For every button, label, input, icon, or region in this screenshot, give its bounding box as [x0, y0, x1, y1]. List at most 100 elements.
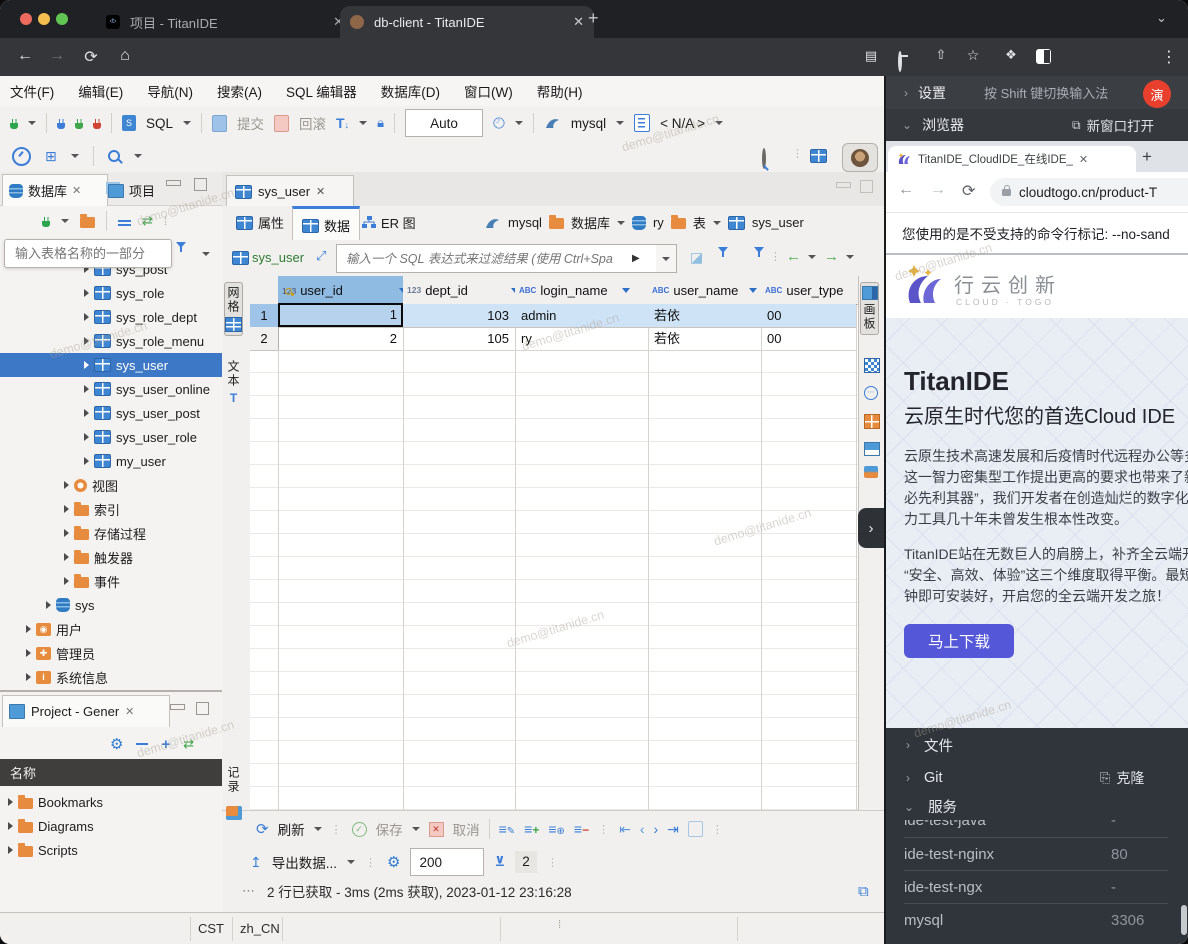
new-connection-dropdown-icon[interactable]	[61, 219, 69, 223]
tab-project-general[interactable]: Project - Gener ✕	[2, 695, 170, 727]
tree-item-administer[interactable]: ✚管理员	[0, 641, 222, 665]
project-item-diagrams[interactable]: Diagrams	[0, 814, 222, 838]
custom-filter-funnel-icon[interactable]	[754, 247, 764, 270]
nav-forward-dropdown-icon[interactable]	[846, 255, 854, 259]
expand-icon[interactable]	[84, 289, 89, 297]
transaction-dropdown-icon[interactable]	[359, 121, 367, 125]
active-connection-label[interactable]: mysql	[571, 116, 606, 131]
reload-icon[interactable]: ⟳	[80, 47, 102, 67]
record-view-button[interactable]: 记录	[224, 762, 243, 798]
tree-item-table[interactable]: sys_user_post	[0, 401, 222, 425]
cell-user-type[interactable]: 00	[761, 327, 856, 350]
execution-plan-icon[interactable]: ⊞	[45, 148, 57, 165]
new-tab-button[interactable]: +	[1142, 147, 1152, 167]
tree-item-table[interactable]: sys_user_role	[0, 425, 222, 449]
tree-item-table-selected[interactable]: sys_user	[0, 353, 222, 377]
sort-dropdown-icon[interactable]	[749, 288, 757, 293]
sql-editor-label[interactable]: SQL	[146, 116, 173, 131]
minimize-button[interactable]	[166, 180, 181, 186]
panel-expand-handle[interactable]: ›	[858, 508, 884, 548]
sort-dropdown-icon[interactable]	[622, 288, 630, 293]
preview-tab[interactable]: TitanIDE_CloudIDE_在线IDE_ ✕	[888, 146, 1136, 172]
service-row[interactable]: ide-test-nginx 80	[886, 837, 1188, 871]
column-header-user-name[interactable]: ABC user_name	[648, 276, 770, 305]
column-name-header[interactable]: 名称	[10, 763, 36, 782]
cell-user-id[interactable]: 2	[278, 327, 403, 350]
delete-row-icon[interactable]: ≡−	[574, 821, 589, 837]
key-icon[interactable]	[898, 53, 902, 71]
reload-icon[interactable]: ⟳	[962, 181, 975, 201]
toolbar-overflow-dots[interactable]: ⋮	[792, 147, 804, 160]
cell-dept-id[interactable]: 103	[403, 304, 515, 327]
row-header-corner[interactable]	[250, 276, 278, 305]
tab-close-icon[interactable]: ✕	[125, 705, 134, 718]
panel-view-button[interactable]: 画板	[860, 282, 879, 335]
lock-toolbar-icon[interactable]: 🔒︎	[377, 115, 384, 131]
quick-search-icon[interactable]	[762, 148, 766, 169]
expand-icon[interactable]	[26, 673, 31, 681]
section-services[interactable]: ⌄ 服务	[886, 793, 1188, 820]
expand-icon[interactable]	[84, 433, 89, 441]
tree-item-views[interactable]: 视图	[0, 473, 222, 497]
refresh-label[interactable]: 刷新	[278, 819, 305, 839]
breadcrumb-table[interactable]: sys_user	[752, 215, 804, 230]
extensions-puzzle-icon[interactable]: ❖	[1000, 47, 1022, 63]
browser-tab-active[interactable]: db-client - TitanIDE ✕	[340, 6, 594, 38]
breadcrumb-schema[interactable]: ry	[653, 215, 664, 230]
output-log-icon[interactable]: ⧉	[858, 883, 869, 900]
value-viewer-icon[interactable]	[864, 358, 880, 373]
aggregate-icon[interactable]	[864, 414, 880, 429]
forward-icon[interactable]: →	[46, 47, 68, 65]
cancel-icon[interactable]: ✕	[429, 822, 444, 837]
filter-table-name[interactable]: sys_user	[252, 250, 304, 265]
traffic-minimize-button[interactable]	[38, 13, 50, 25]
cell-user-id-selected[interactable]: 1	[278, 303, 403, 327]
transaction-mode-icon[interactable]: T↓	[336, 115, 349, 131]
connection-dropdown-icon[interactable]	[616, 121, 624, 125]
tab-close-icon[interactable]: ✕	[72, 184, 81, 197]
maximize-button[interactable]	[194, 178, 207, 191]
schema-dropdown-icon[interactable]	[715, 121, 723, 125]
tree-item-events[interactable]: 事件	[0, 569, 222, 593]
export-dropdown-icon[interactable]	[347, 860, 355, 864]
clipboard-icon[interactable]: ▤	[860, 48, 882, 64]
filter-dropdown-icon[interactable]	[202, 252, 210, 256]
calc-panel-icon[interactable]	[864, 466, 878, 478]
tree-item-procedures[interactable]: 存储过程	[0, 521, 222, 545]
expand-icon[interactable]	[26, 625, 31, 633]
panel-corner-icon[interactable]	[226, 806, 242, 820]
reconnect-icon[interactable]	[75, 123, 83, 129]
scrollbar-thumb[interactable]	[1181, 905, 1187, 935]
expand-icon[interactable]	[64, 529, 69, 537]
database-list-icon[interactable]	[634, 114, 650, 132]
grid-row-1[interactable]: 1 1 103 admin 若依 00	[250, 304, 858, 327]
last-page-icon[interactable]: ⇥	[667, 821, 679, 838]
expand-icon[interactable]	[64, 505, 69, 513]
section-git[interactable]: › Git ⎘ 克隆	[886, 762, 1188, 793]
settings-gear-icon[interactable]: ⚙	[387, 853, 400, 871]
expand-icon[interactable]	[84, 313, 89, 321]
gear-icon[interactable]: ⚙	[110, 735, 123, 753]
sql-filter-input[interactable]: ▶	[336, 244, 665, 273]
tree-item-users[interactable]: ◉用户	[0, 617, 222, 641]
new-connection-icon[interactable]	[10, 123, 18, 129]
column-header-login-name[interactable]: ABC login_name	[515, 276, 657, 305]
save-filter-funnel-icon[interactable]	[718, 247, 728, 270]
section-files[interactable]: › 文件	[886, 728, 1188, 762]
duplicate-row-icon[interactable]: ≡⊕	[548, 821, 565, 837]
grid-row-2[interactable]: 2 2 105 ry 若依 00	[250, 327, 858, 350]
search-icon[interactable]	[108, 150, 120, 162]
cell-user-type[interactable]: 00	[761, 304, 856, 327]
eraser-icon[interactable]: ◪	[690, 249, 703, 266]
expand-icon[interactable]	[64, 553, 69, 561]
menu-file[interactable]: 文件(F)	[10, 81, 54, 101]
expand-filter-icon[interactable]: ⤢	[316, 248, 326, 264]
fetch-size-input[interactable]	[410, 848, 484, 876]
download-cta-button[interactable]: 马上下载	[904, 624, 1014, 658]
tab-close-icon[interactable]: ✕	[1079, 153, 1088, 166]
subtab-properties[interactable]: 属性	[228, 206, 292, 239]
tree-item-triggers[interactable]: 触发器	[0, 545, 222, 569]
forward-icon[interactable]: →	[930, 181, 946, 199]
dashboard-gauge-icon[interactable]	[12, 147, 31, 166]
row-number[interactable]: 2	[250, 327, 279, 351]
